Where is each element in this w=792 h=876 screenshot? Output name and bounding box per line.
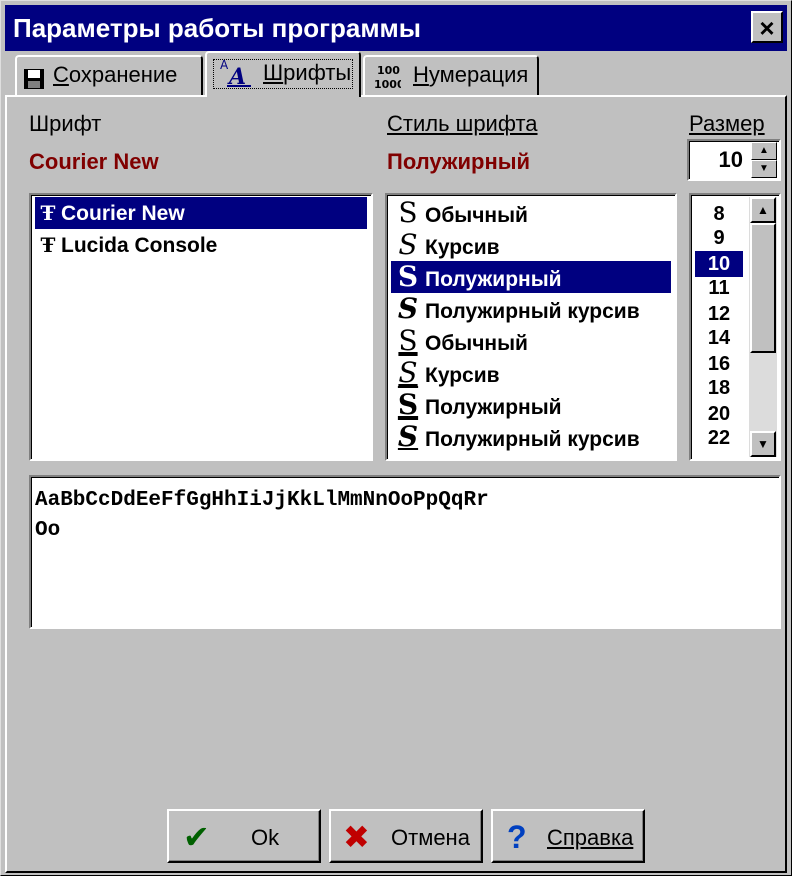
size-list-item[interactable]: 16 [695,351,743,377]
svg-text:A: A [220,58,229,72]
font-list-item[interactable]: Ŧ Lucida Console [35,229,367,261]
ok-button-label: Ok [251,825,280,850]
preview-line-1: AaBbCcDdEeFfGgHhIiJjKkLlMmNnOoPpQqRr [35,489,489,512]
font-preview-box: AaBbCcDdEeFfGgHhIiJjKkLlMmNnOoPpQqRr Oo [29,475,781,629]
question-mark-icon: ? [507,819,527,855]
checkmark-icon: ✔ [183,819,210,855]
spin-down-button[interactable]: ▼ [751,160,777,178]
style-item-label: Обычный [425,204,528,227]
style-list[interactable]: S Обычный S Курсив S Полужирный S Полужирный… [385,193,677,461]
style-item-label: Полужирный [425,396,562,419]
style-item-label: Курсив [425,236,500,259]
tab-save[interactable]: Сохранение [15,55,203,95]
font-list[interactable]: Ŧ Courier New Ŧ Lucida Console [29,193,373,461]
help-button-label: Справка [547,825,634,850]
style-glyph-bold-icon: S [397,260,419,293]
style-glyph-italic-icon: S [398,228,418,261]
current-style-value: Полужирный [387,149,531,174]
tab-numbering-label: Нумерация [413,62,529,87]
cross-icon: ✖ [343,819,370,855]
close-button[interactable]: × [751,11,783,43]
font-item-label: Courier New [61,202,185,225]
size-spinbox-value: 10 [718,147,743,172]
truetype-icon: Ŧ [40,201,56,225]
style-item-label: Полужирный [425,268,562,291]
tab-fonts[interactable]: AA Шрифты [205,51,361,97]
font-item-label: Lucida Console [61,234,218,257]
style-list-item[interactable]: S Курсив [391,229,671,261]
style-glyph-underline-icon: S [398,324,418,357]
tab-save-label: Сохранение [53,62,178,87]
title-bar[interactable]: Параметры работы программы × [5,5,787,51]
style-list-item[interactable]: S Полужирный курсив [391,293,671,325]
style-glyph-icon: S [398,196,418,229]
size-list-item[interactable]: 10 [695,251,743,277]
svg-text:100: 100 [377,64,400,77]
size-list-item[interactable]: 12 [695,301,743,327]
style-label: Стиль шрифта [387,111,538,136]
ok-button[interactable]: ✔ Ok [167,809,321,863]
preview-line-2: Oo [35,519,61,542]
style-item-label: Курсив [425,364,500,387]
style-list-item[interactable]: S Полужирный курсив [391,421,671,453]
arrow-down-icon: ▼ [757,437,769,451]
scroll-down-button[interactable]: ▼ [750,431,776,457]
style-glyph-bold-underline-icon: S [397,388,419,421]
font-list-item[interactable]: Ŧ Courier New [35,197,367,229]
tab-numbering[interactable]: 100 1000 Нумерация [363,55,539,95]
dialog-window: Параметры работы программы × Сохранение … [0,0,792,876]
style-glyph-bold-italic-underline-icon: S [397,420,419,453]
size-list-item[interactable]: 20 [695,401,743,427]
scroll-thumb[interactable] [750,223,776,353]
style-glyph-italic-underline-icon: S [398,356,418,389]
size-list[interactable]: 8 9 10 11 12 14 16 18 20 22 ▲ ▼ [689,193,781,461]
arrow-up-icon: ▲ [759,145,769,156]
arrow-down-icon: ▼ [759,163,769,174]
help-button[interactable]: ? Справка [491,809,645,863]
size-list-scrollbar[interactable]: ▲ ▼ [749,197,777,457]
arrow-up-icon: ▲ [757,203,769,217]
size-label: Размер [689,111,765,136]
style-item-label: Полужирный курсив [425,300,640,323]
size-list-item[interactable]: 9 [695,225,743,251]
size-list-item[interactable]: 18 [695,375,743,401]
window-title: Параметры работы программы [13,13,421,43]
size-spinbox[interactable]: 10 ▲ ▼ [687,139,781,181]
size-list-item[interactable]: 14 [695,325,743,351]
truetype-icon: Ŧ [40,233,56,257]
floppy-disk-icon [23,65,45,89]
font-size-icon: AA [219,57,253,90]
size-list-item[interactable]: 11 [695,275,743,301]
style-list-item[interactable]: S Курсив [391,357,671,389]
style-glyph-bold-italic-icon: S [397,292,419,325]
style-item-label: Полужирный курсив [425,428,640,451]
style-list-item[interactable]: S Полужирный [391,261,671,293]
tab-fonts-label: Шрифты [263,60,352,85]
size-list-item[interactable]: 8 [695,201,743,227]
style-item-label: Обычный [425,332,528,355]
spin-up-button[interactable]: ▲ [751,142,777,160]
numbering-icon: 100 1000 [373,61,405,91]
current-font-value: Courier New [29,149,159,174]
style-list-item[interactable]: S Обычный [391,325,671,357]
svg-text:1000: 1000 [374,78,401,91]
style-list-item[interactable]: S Полужирный [391,389,671,421]
close-icon: × [759,13,775,43]
scroll-up-button[interactable]: ▲ [750,197,776,223]
style-list-item[interactable]: S Обычный [391,197,671,229]
font-label: Шрифт [29,111,102,136]
cancel-button[interactable]: ✖ Отмена [329,809,483,863]
cancel-button-label: Отмена [391,825,470,850]
size-list-item[interactable]: 22 [695,425,743,451]
